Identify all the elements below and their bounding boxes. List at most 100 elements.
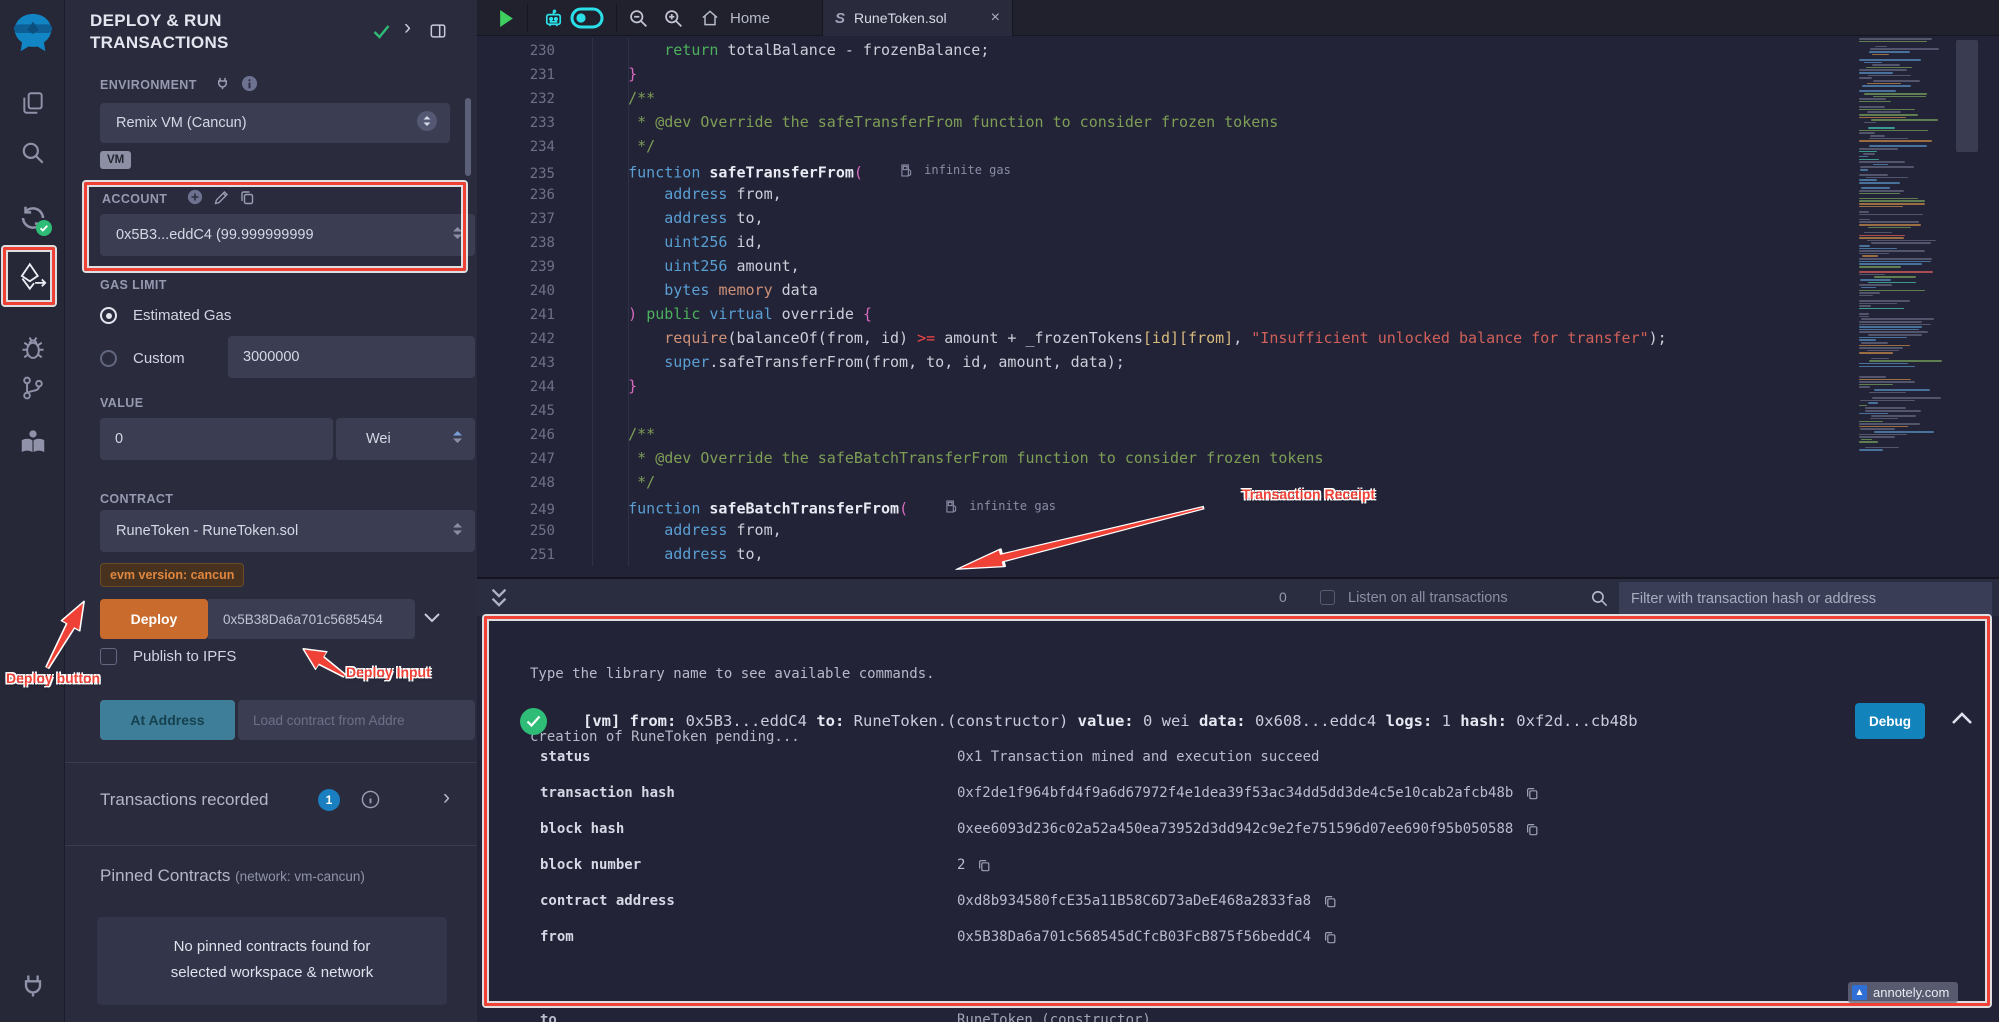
collapse-receipt-icon[interactable] (1950, 710, 1974, 726)
evm-version-badge: evm version: cancun (100, 563, 244, 587)
solidity-compiler-icon[interactable] (0, 198, 65, 238)
learneth-icon[interactable] (0, 422, 65, 462)
publish-ipfs-checkbox[interactable] (100, 648, 117, 665)
deploy-run-icon[interactable] (0, 255, 65, 299)
terminal[interactable]: Type the library name to see available c… (477, 616, 1999, 1022)
environment-select[interactable]: Remix VM (Cancun) (100, 103, 450, 143)
code-line[interactable]: 230 return totalBalance - frozenBalance; (477, 38, 1999, 62)
at-address-input[interactable]: Load contract from Addre (238, 700, 475, 740)
code-line[interactable]: 245 (477, 398, 1999, 422)
code-editor: Home S RuneToken.sol × 230 return totalB… (477, 0, 1999, 577)
tab-runetoken-sol[interactable]: S RuneToken.sol × (822, 0, 1013, 36)
ai-robot-icon[interactable] (542, 0, 565, 36)
git-icon[interactable] (0, 371, 65, 405)
receipt-row: transaction hash0xf2de1f964bfd4f9a6d6797… (477, 775, 1999, 811)
expand-deploy-icon[interactable] (423, 611, 441, 625)
annotation-label-deploy-button: Deploy button (6, 670, 100, 686)
at-address-button[interactable]: At Address (100, 700, 235, 740)
editor-scrollbar[interactable] (1956, 40, 1978, 152)
estimated-gas-radio[interactable] (100, 307, 117, 324)
copy-account-icon[interactable] (239, 189, 255, 205)
custom-gas-radio[interactable] (100, 350, 117, 367)
code-line[interactable]: 243 super.safeTransferFrom(from, to, id,… (477, 350, 1999, 374)
search-icon[interactable] (1590, 589, 1609, 608)
search-icon[interactable] (0, 138, 65, 168)
line-number: 231 (477, 63, 592, 87)
code-line[interactable]: 236 address from, (477, 182, 1999, 206)
home-label[interactable]: Home (730, 0, 770, 36)
plugin-manager-icon[interactable] (0, 968, 65, 1004)
add-account-icon[interactable] (187, 189, 203, 205)
code-line[interactable]: 231 } (477, 62, 1999, 86)
zoom-in-icon[interactable] (663, 0, 684, 36)
deploy-input[interactable]: 0x5B38Da6a701c5685454 (208, 599, 415, 639)
copy-icon[interactable] (977, 858, 991, 872)
close-tab-icon[interactable]: × (991, 9, 1000, 27)
copy-icon[interactable] (1525, 822, 1539, 836)
infinite-gas-badge: infinite gas (946, 494, 1056, 518)
code-line[interactable]: 239 uint256 amount, (477, 254, 1999, 278)
home-icon[interactable] (700, 0, 720, 36)
code-line[interactable]: 250 address from, (477, 518, 1999, 542)
debug-button[interactable]: Debug (1855, 703, 1925, 739)
code-line[interactable]: 235 function safeTransferFrom( infinite … (477, 158, 1999, 182)
code-line[interactable]: 234 */ (477, 134, 1999, 158)
account-value: 0x5B3...eddC4 (99.999999999 (116, 227, 314, 243)
line-number: 236 (477, 183, 592, 207)
editor-toolbar: Home S RuneToken.sol × (477, 0, 1999, 36)
run-script-icon[interactable] (498, 0, 515, 36)
receipt-row: block hash0xee6093d236c02a52a450ea73952d… (477, 811, 1999, 847)
copy-icon[interactable] (1323, 894, 1337, 908)
deploy-button[interactable]: Deploy (100, 599, 208, 639)
code-line[interactable]: 232 /** (477, 86, 1999, 110)
tab-label: RuneToken.sol (854, 10, 947, 26)
file-explorer-icon[interactable] (0, 88, 65, 118)
annotation-label-transaction-receipt: Transaction Receipt (1242, 486, 1375, 502)
pin-panel-icon[interactable] (428, 21, 448, 41)
contract-select[interactable]: RuneToken - RuneToken.sol (100, 510, 475, 552)
code-line[interactable]: 240 bytes memory data (477, 278, 1999, 302)
code-line[interactable]: 233 * @dev Override the safeTransferFrom… (477, 110, 1999, 134)
account-select[interactable]: 0x5B3...eddC4 (99.999999999 (100, 214, 475, 256)
transactions-info-icon[interactable] (361, 790, 380, 809)
receipt-value: 2 (957, 847, 991, 883)
ai-toggle-icon[interactable] (570, 0, 604, 36)
env-info-icon[interactable] (241, 75, 258, 92)
code-line[interactable]: 238 uint256 id, (477, 230, 1999, 254)
code-line[interactable]: 249 function safeBatchTransferFrom( infi… (477, 494, 1999, 518)
remix-logo[interactable] (0, 8, 65, 58)
receipt-row: block number2 (477, 847, 1999, 883)
minimap[interactable] (1855, 38, 1955, 518)
code-line[interactable]: 247 * @dev Override the safeBatchTransfe… (477, 446, 1999, 470)
value-unit: Wei (366, 431, 391, 447)
code-lines[interactable]: 230 return totalBalance - frozenBalance;… (477, 38, 1999, 566)
annotation-label-deploy-input: Deploy Input (346, 664, 431, 680)
code-line[interactable]: 241 ) public virtual override { (477, 302, 1999, 326)
debugger-icon[interactable] (0, 328, 65, 368)
code-line[interactable]: 246 /** (477, 422, 1999, 446)
env-plug-icon[interactable] (215, 76, 230, 91)
annotely-logo: ▲ (1852, 985, 1867, 1000)
chevron-up-down-icon (452, 225, 463, 245)
expand-terminal-icon[interactable] (490, 587, 508, 609)
code-line[interactable]: 244 } (477, 374, 1999, 398)
zoom-out-icon[interactable] (628, 0, 649, 36)
code-line[interactable]: 237 address to, (477, 206, 1999, 230)
panel-next-icon[interactable]: › (404, 16, 411, 40)
infinite-gas-badge: infinite gas (901, 158, 1011, 182)
estimated-gas-label: Estimated Gas (133, 307, 231, 324)
panel-scrollbar[interactable] (465, 98, 471, 176)
value-input[interactable]: 0 (100, 418, 333, 460)
filter-input[interactable] (1619, 582, 1992, 615)
transactions-expand-icon[interactable]: › (443, 786, 450, 810)
custom-gas-input[interactable]: 3000000 (228, 336, 475, 378)
edit-account-icon[interactable] (213, 189, 230, 206)
copy-icon[interactable] (1525, 786, 1539, 800)
tx-summary[interactable]: [vm] from: 0x5B3...eddC4 to: RuneToken.(… (583, 708, 1638, 735)
listen-all-checkbox[interactable] (1320, 590, 1335, 605)
code-line[interactable]: 242 require(balanceOf(from, id) >= amoun… (477, 326, 1999, 350)
value-unit-select[interactable]: Wei (336, 418, 475, 460)
code-line[interactable]: 251 address to, (477, 542, 1999, 566)
copy-icon[interactable] (1323, 930, 1337, 944)
code-line[interactable]: 248 */ (477, 470, 1999, 494)
